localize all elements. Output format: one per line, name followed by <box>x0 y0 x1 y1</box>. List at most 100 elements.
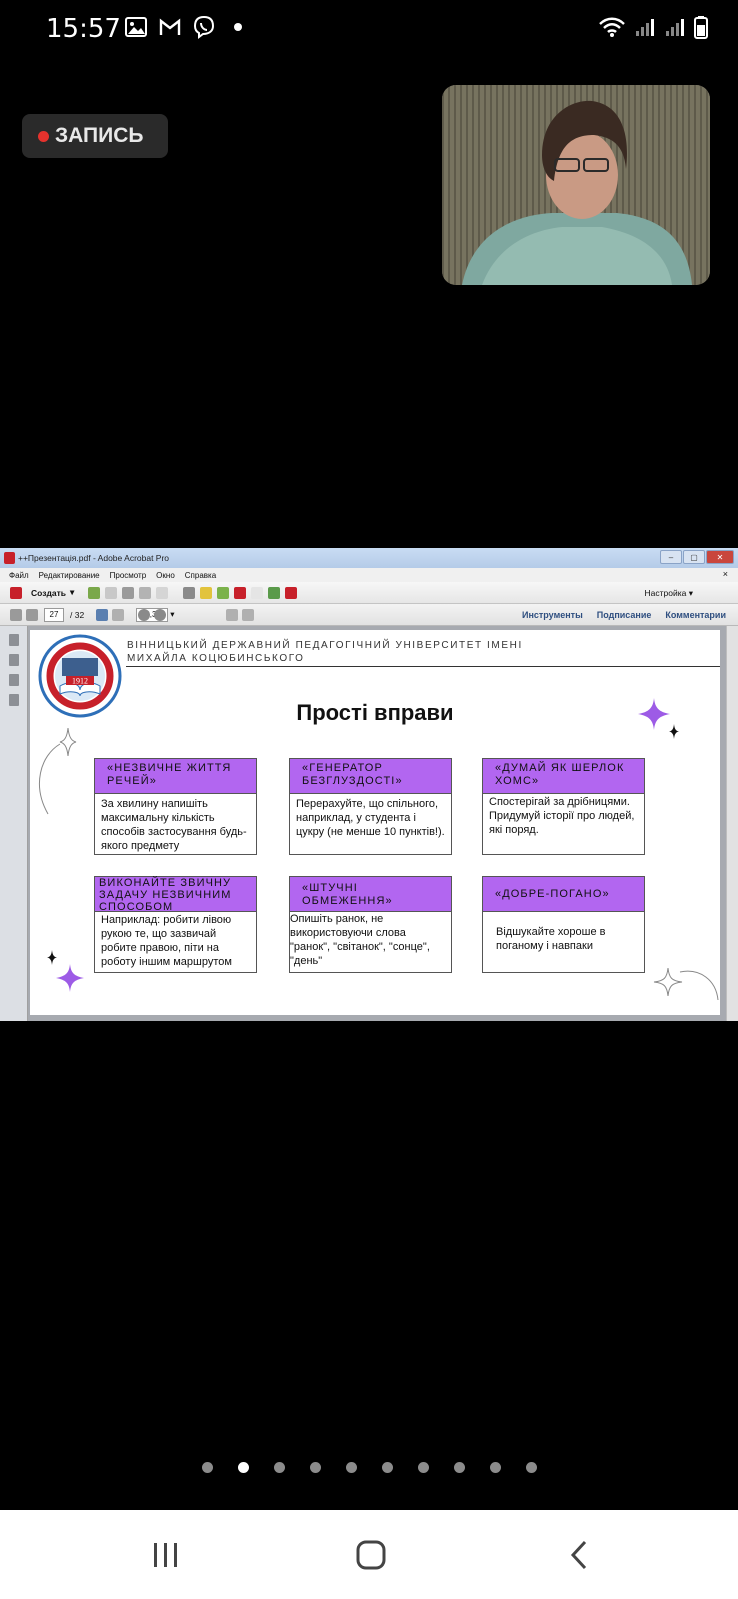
settings-icon[interactable] <box>183 586 196 599</box>
participant-video-image <box>442 85 710 285</box>
menu-edit[interactable]: Редактирование <box>39 571 100 580</box>
exercise-card-text: Наприклад: робити лівою рукою те, що заз… <box>101 914 232 968</box>
menu-help[interactable]: Справка <box>185 571 216 580</box>
highlight-icon[interactable] <box>217 586 230 599</box>
menu-view[interactable]: Просмотр <box>110 571 147 580</box>
page-dot[interactable] <box>309 1462 321 1473</box>
back-button[interactable] <box>554 1530 604 1580</box>
recording-badge: ЗАПИСЬ <box>22 114 168 158</box>
minimize-button[interactable]: – <box>660 550 682 564</box>
create-label: Создать <box>31 587 66 598</box>
wifi-icon <box>598 16 626 43</box>
next-page-icon[interactable] <box>26 609 38 621</box>
stamp-icon[interactable] <box>234 586 247 599</box>
exercise-card: «ГЕНЕРАТОР БЕЗГЛУЗДОСТІ» Перерахуйте, що… <box>289 758 452 855</box>
university-name-line1: ВІННИЦЬКИЙ ДЕРЖАВНИЙ ПЕДАГОГІЧНИЙ УНІВЕР… <box>127 640 523 651</box>
exercise-card-title: «ШТУЧНІ ОБМЕЖЕННЯ» <box>290 877 451 912</box>
logo-year: 1912 <box>72 677 88 686</box>
exercise-card-title: «ДОБРЕ-ПОГАНО» <box>483 877 644 912</box>
bookmarks-icon[interactable] <box>8 654 19 666</box>
open-icon[interactable] <box>88 586 101 599</box>
print-icon[interactable] <box>122 586 135 599</box>
exercise-card-text: Перерахуйте, що спільного, наприклад, у … <box>296 798 445 838</box>
exercise-card: ВИКОНАЙТЕ ЗВИЧНУ ЗАДАЧУ НЕЗВИЧНИМ СПОСОБ… <box>94 876 257 973</box>
document-close-icon[interactable]: × <box>723 569 728 579</box>
signatures-icon[interactable] <box>8 694 19 706</box>
prev-page-icon[interactable] <box>10 609 22 621</box>
pdf-icon[interactable] <box>285 586 298 599</box>
header-divider <box>126 666 720 667</box>
recording-label: ЗАПИСЬ <box>55 124 144 147</box>
tools-link[interactable]: Инструменты <box>522 610 583 620</box>
exercise-card-text: Спостерігай за дрібницями. Придумуй істо… <box>489 796 635 836</box>
attachments-icon[interactable] <box>8 674 19 686</box>
main-toolbar: Создать ▾ Настройка ▾ <box>0 582 738 604</box>
task-panes: Инструменты Подписание Комментарии <box>522 610 726 620</box>
page-dot[interactable] <box>201 1462 213 1473</box>
edit-icon[interactable] <box>139 586 152 599</box>
sign-link[interactable]: Подписание <box>597 610 652 620</box>
zoom-in-icon[interactable] <box>154 609 166 621</box>
navigation-toolbar: 27 / 32 58,3% ▾ Инструменты Подписание К… <box>0 604 738 626</box>
exercise-card-title: ВИКОНАЙТЕ ЗВИЧНУ ЗАДАЧУ НЕЗВИЧНИМ СПОСОБ… <box>95 877 256 913</box>
viber-icon <box>192 15 216 39</box>
fit-page-icon[interactable] <box>226 609 238 621</box>
menu-bar: Файл Редактирование Просмотр Окно Справк… <box>0 568 738 582</box>
exercise-card-title: «ГЕНЕРАТОР БЕЗГЛУЗДОСТІ» <box>290 759 451 794</box>
page-dot[interactable] <box>345 1462 357 1473</box>
comments-link[interactable]: Комментарии <box>665 610 726 620</box>
participant-video[interactable] <box>442 85 710 285</box>
settings-label: Настройка <box>644 588 687 598</box>
pages-icon[interactable] <box>8 634 19 646</box>
page-dot[interactable] <box>273 1462 285 1473</box>
acrobat-window: ++Презентація.pdf - Adobe Acrobat Pro – … <box>0 548 738 1021</box>
exercise-card: «ШТУЧНІ ОБМЕЖЕННЯ» Опишіть ранок, не вик… <box>289 876 452 973</box>
page-dot[interactable] <box>417 1462 429 1473</box>
page-total: / 32 <box>70 609 85 620</box>
fit-width-icon[interactable] <box>242 609 254 621</box>
maximize-button[interactable]: ▢ <box>683 550 705 564</box>
exercise-card: «ДОБРЕ-ПОГАНО» Відшукайте хороше в поган… <box>482 876 645 973</box>
exercise-card-text: За хвилину напишіть максимальну кількіст… <box>101 798 247 852</box>
zoom-chevron-icon[interactable]: ▾ <box>170 609 174 620</box>
acrobat-icon <box>4 552 15 564</box>
page-dot[interactable] <box>489 1462 501 1473</box>
window-title: ++Презентація.pdf - Adobe Acrobat Pro <box>18 553 170 563</box>
recording-dot-icon <box>38 130 49 142</box>
image-icon <box>124 15 148 39</box>
comment-icon[interactable] <box>200 586 213 599</box>
vertical-scrollbar[interactable] <box>726 626 738 1021</box>
home-button[interactable] <box>346 1530 396 1580</box>
create-button[interactable]: Создать ▾ <box>10 586 75 599</box>
recent-apps-button[interactable] <box>141 1530 191 1580</box>
email-icon[interactable] <box>156 586 169 599</box>
exercise-card: «НЕЗВИЧНЕ ЖИТТЯ РЕЧЕЙ» За хвилину напиші… <box>94 758 257 855</box>
notification-icons <box>124 15 250 39</box>
chevron-down-icon: ▾ <box>69 587 75 597</box>
page-dot[interactable] <box>453 1462 465 1473</box>
page-dot-active[interactable] <box>237 1462 249 1473</box>
close-button[interactable]: ✕ <box>706 550 734 564</box>
exercise-card-title: «ДУМАЙ ЯК ШЕРЛОК ХОМС» <box>483 759 644 794</box>
page-dot[interactable] <box>525 1462 537 1473</box>
attach-icon[interactable] <box>251 586 264 599</box>
exercise-card-text: Відшукайте хороше в поганому і навпаки <box>496 926 606 952</box>
system-navigation-bar <box>0 1510 738 1599</box>
exercise-card: «ДУМАЙ ЯК ШЕРЛОК ХОМС» Спостерігай за др… <box>482 758 645 855</box>
menu-file[interactable]: Файл <box>9 571 29 580</box>
hand-tool-icon[interactable] <box>112 609 124 621</box>
menu-window[interactable]: Окно <box>156 571 175 580</box>
settings-dropdown[interactable]: Настройка ▾ <box>645 588 694 599</box>
home-icon <box>356 1540 386 1570</box>
sparkle-outline-icon <box>653 967 719 1001</box>
select-tool-icon[interactable] <box>96 609 108 621</box>
save-icon[interactable] <box>105 586 118 599</box>
page-number-input[interactable]: 27 <box>44 607 64 622</box>
signal-icon <box>664 16 686 43</box>
window-controls: – ▢ ✕ <box>660 550 734 564</box>
sparkle-purple-icon <box>47 950 84 992</box>
export-icon[interactable] <box>268 586 281 599</box>
zoom-out-icon[interactable] <box>138 609 150 621</box>
create-icon <box>10 586 22 599</box>
page-dot[interactable] <box>381 1462 393 1473</box>
